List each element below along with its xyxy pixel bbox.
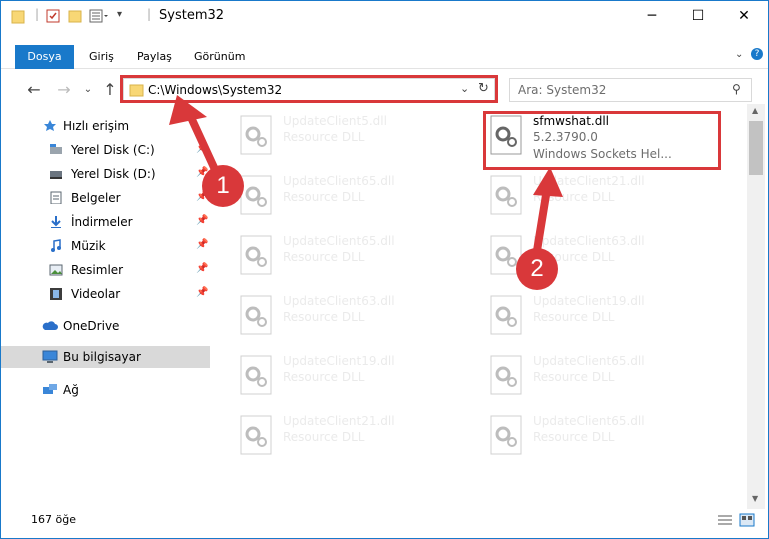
step-badge-1: 1 xyxy=(202,165,244,207)
step-badge-2: 2 xyxy=(516,248,558,290)
scroll-down-icon[interactable]: ▼ xyxy=(752,494,758,503)
scroll-thumb[interactable] xyxy=(749,121,763,175)
arrow-2-head xyxy=(533,167,563,197)
vertical-scrollbar[interactable]: ▲ ▼ xyxy=(747,104,765,509)
explorer-window: | ▾ | System32 ─ ☐ ✕ Dosya Giriş Paylaş … xyxy=(0,0,769,539)
arrow-1-head xyxy=(169,95,207,125)
details-view-icon[interactable] xyxy=(717,514,733,526)
scroll-up-icon[interactable]: ▲ xyxy=(752,106,758,115)
large-icons-view-icon[interactable] xyxy=(739,513,755,527)
annotation-arrows xyxy=(169,95,563,267)
item-count: 167 öğe xyxy=(31,513,76,526)
status-bar: 167 öğe xyxy=(1,509,768,531)
